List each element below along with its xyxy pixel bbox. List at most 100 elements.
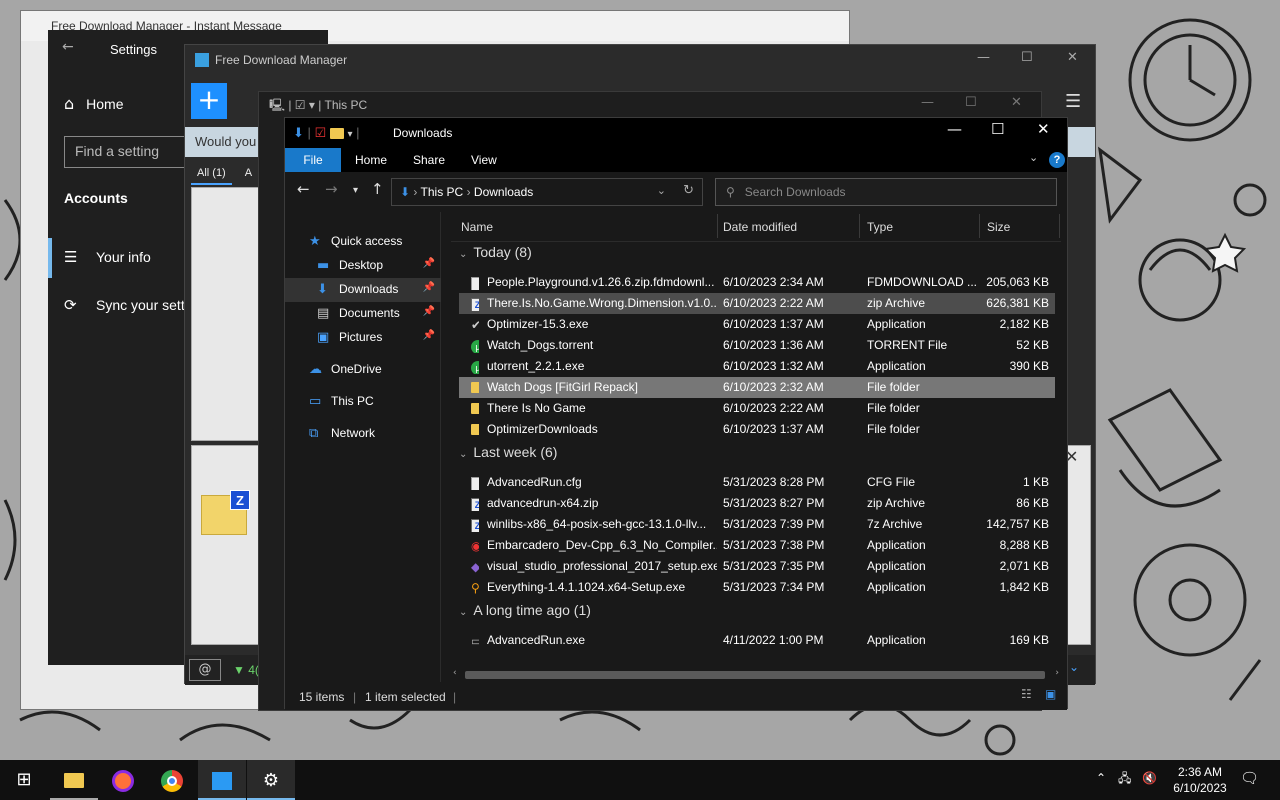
visual-studio-icon: ◆ <box>471 561 479 573</box>
scroll-right-icon[interactable]: › <box>1055 669 1059 678</box>
file-row[interactable]: µ Watch_Dogs.torrent 6/10/2023 1:36 AM TORR… <box>459 335 1055 356</box>
settings-gear-icon[interactable]: ⚙ <box>247 760 295 800</box>
nav-desktop[interactable]: ▬ Desktop 📌 <box>285 254 441 278</box>
file-name: There.Is.No.Game.Wrong.Dimension.v1.0...… <box>487 296 717 310</box>
file-row[interactable]: Zwinlibs-x86_64-posix-seh-gcc-13.1.0-llv… <box>459 514 1055 535</box>
chevron-down-icon[interactable]: ⌄ <box>1069 661 1079 673</box>
file-explorer-icon[interactable] <box>50 760 98 800</box>
minimize-icon[interactable]: — <box>977 51 990 64</box>
nav-downloads[interactable]: ⬇ Downloads 📌 <box>285 278 441 302</box>
navigation-pane[interactable]: ★ Quick access ▬ Desktop 📌 ⬇ Downloads 📌 ▤ Doc… <box>285 212 441 682</box>
firefox-icon[interactable] <box>99 760 147 800</box>
file-row[interactable]: ▭ AdvancedRun.exe 4/11/2022 1:00 PM Applica… <box>459 630 1055 651</box>
scroll-left-icon[interactable]: ‹ <box>453 669 457 678</box>
file-row[interactable]: Zadvancedrun-x64.zip 5/31/2023 8:27 PM zip… <box>459 493 1055 514</box>
file-group-header[interactable]: ⌄ Last week (6) <box>459 444 557 460</box>
tab-view[interactable]: View <box>457 148 511 172</box>
tab-all[interactable]: All (1) <box>191 167 232 185</box>
nav-network[interactable]: ⧉ Network <box>285 422 441 446</box>
add-download-button[interactable]: + <box>191 83 227 119</box>
close-icon[interactable]: ✕ <box>1011 96 1022 109</box>
file-row[interactable]: People.Playground.v1.26.6.zip.fdmdownl..… <box>459 272 1055 293</box>
network-status-icon[interactable]: 🖧 <box>1118 772 1131 784</box>
show-hidden-icons-icon[interactable]: ⌃ <box>1096 772 1106 784</box>
close-icon[interactable]: ✕ <box>1037 122 1050 137</box>
close-icon[interactable]: ✕ <box>1067 51 1078 64</box>
fdm-title: Free Download Manager <box>185 45 1095 75</box>
file-row[interactable]: There Is No Game 6/10/2023 2:22 AM File fo… <box>459 398 1055 419</box>
forward-arrow-icon[interactable]: → <box>325 182 338 197</box>
new-folder-icon[interactable] <box>329 128 344 139</box>
cloud-icon: ☁ <box>309 362 322 377</box>
column-date-modified[interactable]: Date modified <box>723 220 797 234</box>
file-row[interactable]: µ utorrent_2.2.1.exe 6/10/2023 1:32 AM Appl… <box>459 356 1055 377</box>
file-explorer-window[interactable]: ⬇ | ☑ ▾ | Downloads — ☐ ✕ File Home Shar… <box>284 117 1068 710</box>
nav-pictures[interactable]: ▣ Pictures 📌 <box>285 326 441 350</box>
pin-icon: 📌 <box>422 306 435 317</box>
recent-locations-icon[interactable]: ▾ <box>353 186 358 196</box>
column-type[interactable]: Type <box>867 220 893 234</box>
nav-quick-access[interactable]: ★ Quick access <box>285 230 441 254</box>
search-placeholder: Search Downloads <box>744 185 846 199</box>
windows-start-icon[interactable]: ⊞ <box>0 760 48 800</box>
nav-documents[interactable]: ▤ Documents 📌 <box>285 302 441 326</box>
minimize-icon[interactable]: — <box>921 96 934 109</box>
fdm-download-list[interactable] <box>191 187 261 441</box>
nav-this-pc[interactable]: ▭ This PC <box>285 390 441 414</box>
column-name[interactable]: Name <box>461 220 493 234</box>
snail-mode-icon[interactable]: @ <box>189 659 221 681</box>
properties-icon[interactable]: ☑ <box>315 126 327 141</box>
file-row[interactable]: ◉ Embarcadero_Dev-Cpp_6.3_No_Compiler... 5… <box>459 535 1055 556</box>
minimize-icon[interactable]: — <box>947 122 962 137</box>
application-icon: ▭ <box>471 635 479 647</box>
file-list[interactable]: Name Date modified Type Size ⌄ Today (8) P… <box>451 212 1061 682</box>
column-size[interactable]: Size <box>987 220 1010 234</box>
file-row[interactable]: OptimizerDownloads 6/10/2023 1:37 AM File … <box>459 419 1055 440</box>
file-row[interactable]: ◆ visual_studio_professional_2017_setup.e… <box>459 556 1055 577</box>
download-arrow-icon: ⬇ <box>293 126 304 141</box>
everything-search-icon: ⚲ <box>471 582 479 594</box>
expand-ribbon-icon[interactable]: ⌄ <box>1029 152 1038 163</box>
scrollbar-thumb[interactable] <box>465 671 1045 679</box>
breadcrumb-this-pc[interactable]: This PC <box>421 185 464 199</box>
refresh-icon[interactable]: ↻ <box>683 184 694 197</box>
tab-home[interactable]: Home <box>341 148 401 172</box>
file-row[interactable]: ⚲ Everything-1.4.1.1024.x64-Setup.exe 5/31… <box>459 577 1055 598</box>
system-clock[interactable]: 2:36 AM 6/10/2023 <box>1164 764 1236 796</box>
details-view-icon[interactable]: ☷ <box>1021 688 1032 700</box>
maximize-icon[interactable]: ☐ <box>1021 51 1033 64</box>
tab-active[interactable]: A <box>245 167 252 179</box>
back-arrow-icon[interactable]: ← <box>297 182 310 197</box>
file-row[interactable]: Watch Dogs [FitGirl Repack] 6/10/2023 2:3… <box>459 377 1055 398</box>
file-group-header[interactable]: ⌄ Today (8) <box>459 244 532 260</box>
maximize-icon[interactable]: ☐ <box>965 96 977 109</box>
help-icon[interactable]: ? <box>1049 152 1065 168</box>
nav-label: Desktop <box>339 258 384 272</box>
chevron-down-icon[interactable]: ▾ <box>347 129 352 140</box>
menu-hamburger-icon[interactable]: ☰ <box>1065 93 1081 111</box>
maximize-icon[interactable]: ☐ <box>991 122 1004 137</box>
file-size: 205,063 KB <box>986 275 1049 289</box>
chrome-icon[interactable] <box>148 760 196 800</box>
tab-file[interactable]: File <box>285 148 341 172</box>
volume-muted-icon[interactable]: 🔇 <box>1142 772 1157 784</box>
search-downloads-input[interactable]: ⚲ Search Downloads <box>715 178 1057 206</box>
tab-share[interactable]: Share <box>399 148 459 172</box>
breadcrumb-downloads[interactable]: Downloads <box>474 185 533 199</box>
large-icons-view-icon[interactable]: ▣ <box>1045 688 1056 700</box>
up-arrow-icon[interactable]: ↑ <box>371 182 384 197</box>
nav-onedrive[interactable]: ☁ OneDrive <box>285 358 441 382</box>
notifications-icon[interactable]: 🗨 <box>1240 771 1259 786</box>
address-dropdown-icon[interactable]: ⌄ <box>657 185 666 196</box>
address-bar[interactable]: ⬇ › This PC › Downloads ⌄ ↻ <box>391 178 703 206</box>
file-row[interactable]: AdvancedRun.cfg 5/31/2023 8:28 PM CFG File… <box>459 472 1055 493</box>
back-arrow-icon[interactable]: ← <box>62 40 74 54</box>
settings-home-link[interactable]: ⌂ Home <box>64 96 124 113</box>
file-row[interactable]: ✔ Optimizer-15.3.exe 6/10/2023 1:37 AM Appl… <box>459 314 1055 335</box>
free-download-manager-icon[interactable] <box>198 760 246 800</box>
file-row[interactable]: Z There.Is.No.Game.Wrong.Dimension.v1.0..… <box>459 293 1055 314</box>
horizontal-scrollbar[interactable]: ‹ › <box>451 668 1061 682</box>
file-size: 626,381 KB <box>986 296 1049 310</box>
file-size: 52 KB <box>1016 338 1049 352</box>
file-group-header[interactable]: ⌄ A long time ago (1) <box>459 602 591 618</box>
